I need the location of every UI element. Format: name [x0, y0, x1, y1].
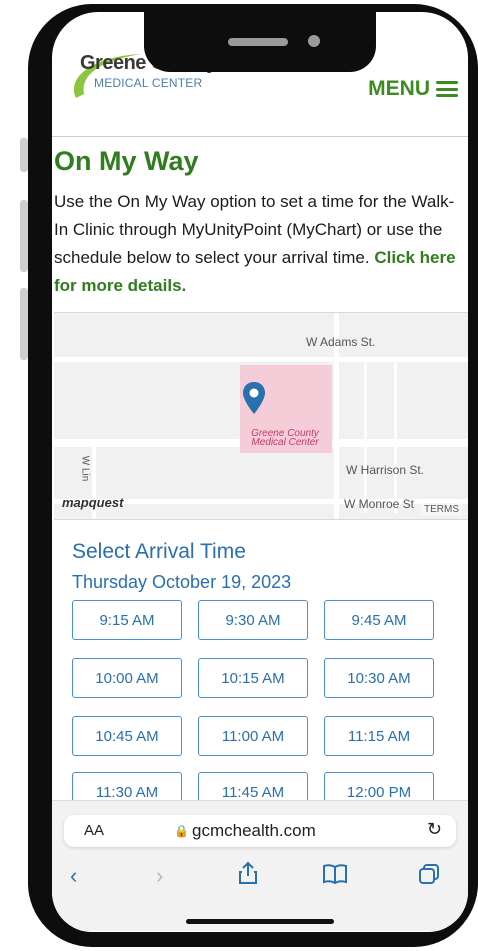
time-slot-button[interactable]: 10:30 AM — [324, 658, 434, 698]
street-label: W Monroe St — [344, 497, 415, 511]
time-slot-button[interactable]: 11:15 AM — [324, 716, 434, 756]
location-map[interactable]: W Adams St. W Harrison St. W Monroe St W… — [54, 312, 468, 520]
street-label: W Lin — [79, 455, 91, 482]
time-slot-button[interactable]: 10:00 AM — [72, 658, 182, 698]
forward-icon[interactable]: › — [156, 863, 163, 889]
tabs-icon[interactable] — [418, 863, 440, 885]
schedule-date: Thursday October 19, 2023 — [72, 572, 292, 592]
volume-down-button — [20, 288, 28, 360]
time-slot-button[interactable]: 11:00 AM — [198, 716, 308, 756]
text-size-button[interactable]: AA — [84, 822, 104, 839]
map-road — [364, 363, 367, 513]
hospital-label: Greene County Medical Center — [251, 428, 319, 448]
menu-button[interactable]: MENU — [368, 77, 458, 101]
hamburger-icon — [436, 81, 458, 97]
url-text: gcmchealth.com — [192, 821, 316, 840]
map-road — [54, 357, 468, 362]
location-pin-icon[interactable] — [242, 381, 266, 415]
phone-frame: Greene County MEDICAL CENTER MENU On My … — [28, 4, 478, 947]
arrival-heading: Select Arrival Time — [72, 540, 246, 563]
logo-sub-text: MEDICAL CENTER — [94, 76, 203, 90]
time-slot-button[interactable]: 10:15 AM — [198, 658, 308, 698]
menu-label: MENU — [368, 77, 430, 100]
volume-up-button — [20, 200, 28, 272]
street-label: W Adams St. — [306, 335, 376, 349]
mute-switch — [20, 138, 28, 172]
intro-paragraph: Use the On My Way option to set a time f… — [54, 188, 464, 300]
map-road — [394, 363, 397, 513]
camera — [308, 35, 320, 47]
time-slot-button[interactable]: 9:15 AM — [72, 600, 182, 640]
browser-toolbar: AA 🔒 gcmchealth.com ↻ ‹ › — [52, 800, 468, 931]
bookmarks-icon[interactable] — [322, 863, 348, 885]
address-bar[interactable]: AA 🔒 gcmchealth.com ↻ — [64, 815, 456, 847]
notch — [144, 12, 376, 72]
home-indicator — [186, 919, 334, 924]
time-slot-button[interactable]: 9:30 AM — [198, 600, 308, 640]
reload-icon[interactable]: ↻ — [427, 819, 442, 840]
mapquest-logo: mapquest — [62, 495, 124, 510]
street-label: W Harrison St. — [346, 463, 425, 477]
speaker — [228, 38, 288, 46]
page-title: On My Way — [54, 146, 199, 176]
screen: Greene County MEDICAL CENTER MENU On My … — [52, 12, 468, 932]
time-slot-button[interactable]: 9:45 AM — [324, 600, 434, 640]
time-slot-button[interactable]: 10:45 AM — [72, 716, 182, 756]
back-icon[interactable]: ‹ — [70, 863, 77, 889]
share-icon[interactable] — [238, 861, 258, 885]
lock-icon: 🔒 — [174, 824, 189, 838]
map-terms-link[interactable]: TERMS — [421, 503, 462, 516]
